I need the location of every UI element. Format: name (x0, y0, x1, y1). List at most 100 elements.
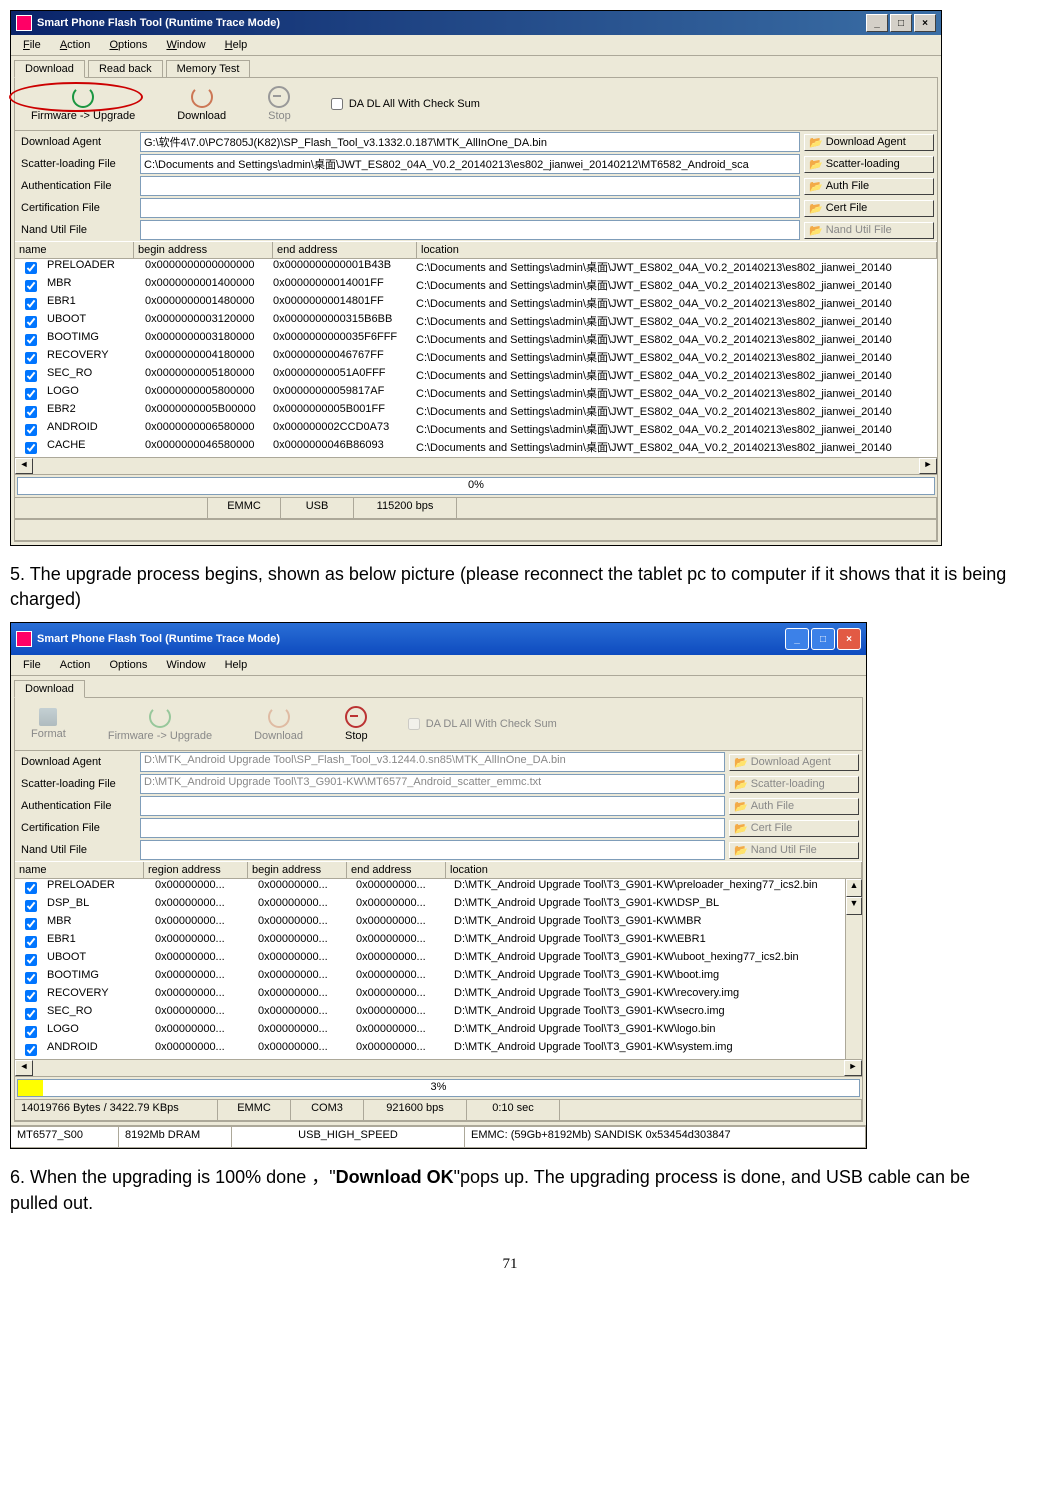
table-row[interactable]: PRELOADER0x00000000000000000x00000000000… (15, 259, 937, 277)
table-row[interactable]: BOOTIMG0x00000000...0x00000000...0x00000… (15, 969, 846, 987)
table-row[interactable]: EBR10x00000000...0x00000000...0x00000000… (15, 933, 846, 951)
menu-action[interactable]: Action (52, 657, 99, 673)
scatter-label: Scatter-loading File (18, 776, 136, 792)
minimize-button[interactable]: _ (866, 14, 888, 32)
da-field[interactable]: G:\软件4\7.0\PC7805J(K82)\SP_Flash_Tool_v3… (140, 132, 800, 152)
app-icon (16, 15, 32, 31)
scatter-field: D:\MTK_Android Upgrade Tool\T3_G901-KW\M… (140, 774, 725, 794)
table-row[interactable]: MBR0x00000000...0x00000000...0x00000000.… (15, 915, 846, 933)
nand-label: Nand Util File (18, 222, 136, 238)
download-icon (268, 706, 290, 728)
table-row[interactable]: LOGO0x00000000058000000x00000000059817AF… (15, 385, 937, 403)
folder-icon: 📂 (809, 136, 823, 149)
table-row[interactable]: SEC_RO0x00000000051800000x00000000051A0F… (15, 367, 937, 385)
format-icon (39, 708, 57, 726)
table-row[interactable]: MBR0x00000000014000000x00000000014001FFC… (15, 277, 937, 295)
titlebar[interactable]: Smart Phone Flash Tool (Runtime Trace Mo… (11, 623, 866, 655)
menu-options[interactable]: Options (101, 657, 155, 673)
download-button[interactable]: Download (171, 84, 232, 124)
table-row[interactable]: UBOOT0x00000000031200000x0000000000315B6… (15, 313, 937, 331)
auth-label: Authentication File (18, 178, 136, 194)
folder-icon: 📂 (809, 202, 823, 215)
scatter-browse-button: 📂Scatter-loading (729, 776, 859, 793)
h-scrollbar[interactable]: ◄► (15, 457, 937, 474)
status-bar: EMMC USB 115200 bps (15, 497, 937, 519)
table-row[interactable]: RECOVERY0x00000000...0x00000000...0x0000… (15, 987, 846, 1005)
table-row[interactable]: LOGO0x00000000...0x00000000...0x00000000… (15, 1023, 846, 1041)
table-row[interactable]: EBR10x00000000014800000x00000000014801FF… (15, 295, 937, 313)
da-browse-button[interactable]: 📂Download Agent (804, 134, 934, 151)
cert-browse-button[interactable]: 📂Cert File (804, 200, 934, 217)
auth-browse-button[interactable]: 📂Auth File (804, 178, 934, 195)
cert-label: Certification File (18, 820, 136, 836)
table-row[interactable]: BOOTIMG0x00000000031800000x0000000000035… (15, 331, 937, 349)
close-button[interactable]: × (837, 628, 861, 650)
table-row[interactable]: PRELOADER0x00000000...0x00000000...0x000… (15, 879, 846, 897)
auth-field[interactable] (140, 176, 800, 196)
titlebar[interactable]: Smart Phone Flash Tool (Runtime Trace Mo… (11, 11, 941, 35)
col-location[interactable]: location (446, 862, 862, 878)
tab-memorytest[interactable]: Memory Test (166, 60, 251, 77)
da-field: D:\MTK_Android Upgrade Tool\SP_Flash_Too… (140, 752, 725, 772)
table-row[interactable]: SEC_RO0x00000000...0x00000000...0x000000… (15, 1005, 846, 1023)
firmware-upgrade-button[interactable]: Firmware -> Upgrade (25, 84, 141, 124)
tab-readback[interactable]: Read back (88, 60, 163, 77)
folder-icon: 📂 (734, 800, 748, 813)
tab-download[interactable]: Download (14, 60, 85, 78)
close-button[interactable]: × (914, 14, 936, 32)
nand-field[interactable] (140, 220, 800, 240)
col-name[interactable]: name (15, 862, 144, 878)
h-scrollbar[interactable]: ◄► (15, 1059, 862, 1076)
v-scrollbar[interactable]: ▲▼ (845, 879, 862, 1059)
table-row[interactable]: UBOOT0x00000000...0x00000000...0x0000000… (15, 951, 846, 969)
menu-help[interactable]: Help (217, 657, 256, 673)
col-end[interactable]: end address (273, 242, 417, 258)
progress-bar: 0% (15, 474, 937, 497)
format-button: Format (25, 706, 72, 742)
table-row[interactable]: RECOVERY0x00000000041800000x000000000467… (15, 349, 937, 367)
menu-window[interactable]: Window (158, 657, 213, 673)
menu-file[interactable]: File (15, 37, 49, 53)
menu-file[interactable]: File (15, 657, 49, 673)
folder-icon: 📂 (734, 756, 748, 769)
menu-help[interactable]: Help (217, 37, 256, 53)
folder-icon: 📂 (809, 158, 823, 171)
table-row[interactable]: ANDROID0x00000000065800000x000000002CCD0… (15, 421, 937, 439)
col-begin[interactable]: begin address (248, 862, 347, 878)
toolbar: Format Firmware -> Upgrade Download Stop… (15, 698, 862, 751)
menu-options[interactable]: Options (101, 37, 155, 53)
folder-icon: 📂 (809, 180, 823, 193)
col-region[interactable]: region address (144, 862, 248, 878)
table-row[interactable]: DSP_BL0x00000000...0x00000000...0x000000… (15, 897, 846, 915)
da-label: Download Agent (18, 134, 136, 150)
folder-icon: 📂 (734, 844, 748, 857)
menu-window[interactable]: Window (158, 37, 213, 53)
menu-action[interactable]: Action (52, 37, 99, 53)
col-end[interactable]: end address (347, 862, 446, 878)
cert-field (140, 818, 725, 838)
step-5-text: 5. The upgrade process begins, shown as … (10, 552, 1010, 622)
maximize-button[interactable]: □ (890, 14, 912, 32)
tab-download[interactable]: Download (14, 680, 85, 698)
table-row[interactable]: CACHE0x00000000465800000x0000000046B8609… (15, 439, 937, 457)
cert-browse-button: 📂Cert File (729, 820, 859, 837)
stop-button[interactable]: Stop (339, 704, 374, 744)
checksum-checkbox[interactable]: DA DL All With Check Sum (327, 95, 480, 113)
maximize-button[interactable]: □ (811, 628, 835, 650)
col-name[interactable]: name (15, 242, 134, 258)
table-header: name begin address end address location (15, 241, 937, 259)
cert-label: Certification File (18, 200, 136, 216)
cert-field[interactable] (140, 198, 800, 218)
col-begin[interactable]: begin address (134, 242, 273, 258)
scatter-browse-button[interactable]: 📂Scatter-loading (804, 156, 934, 173)
checksum-checkbox: DA DL All With Check Sum (404, 715, 557, 733)
refresh-icon (149, 706, 171, 728)
scatter-field[interactable]: C:\Documents and Settings\admin\桌面\JWT_E… (140, 154, 800, 174)
minimize-button[interactable]: _ (785, 628, 809, 650)
table-row[interactable]: EBR20x0000000005B000000x0000000005B001FF… (15, 403, 937, 421)
stop-button[interactable]: Stop (262, 84, 297, 124)
table-row[interactable]: ANDROID0x00000000...0x00000000...0x00000… (15, 1041, 846, 1059)
menubar: File Action Options Window Help (11, 655, 866, 676)
col-location[interactable]: location (417, 242, 937, 258)
nand-browse-button[interactable]: 📂Nand Util File (804, 222, 934, 239)
